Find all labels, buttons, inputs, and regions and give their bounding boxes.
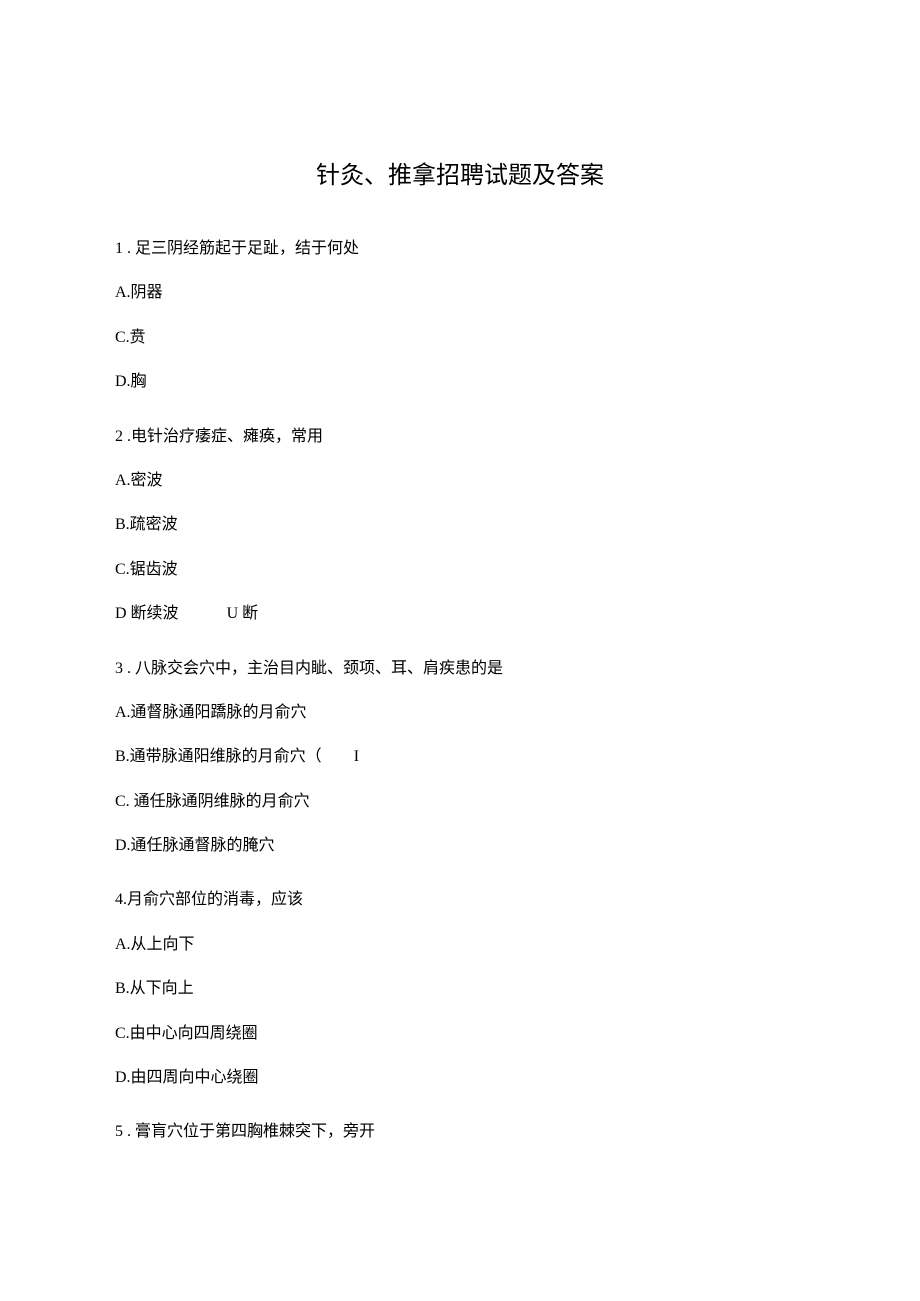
q4-option-c: C.由中心向四周绕圈 — [115, 1023, 805, 1045]
question-5: 5 . 膏肓穴位于第四胸椎棘突下，旁开 — [115, 1121, 805, 1143]
q3-b-left: B.通带脉通阳维脉的月俞穴（ — [115, 748, 322, 765]
question-4: 4.月俞穴部位的消毒，应该 A.从上向下 B.从下向上 C.由中心向四周绕圈 D… — [115, 889, 805, 1089]
q1-stem: 1 . 足三阴经筋起于足趾，结于何处 — [115, 238, 805, 260]
q3-option-c: C. 通任脉通阴维脉的月俞穴 — [115, 791, 805, 813]
q3-stem: 3 . 八脉交会穴中，主治目内眦、颈项、耳、肩疾患的是 — [115, 658, 805, 680]
q3-option-d: D.通任脉通督脉的腌穴 — [115, 835, 805, 857]
q1-option-a: A.阴器 — [115, 282, 805, 304]
q2-option-a: A.密波 — [115, 470, 805, 492]
q2-option-b: B.疏密波 — [115, 514, 805, 536]
q3-option-b: B.通带脉通阳维脉的月俞穴（ I — [115, 746, 805, 768]
q5-stem: 5 . 膏肓穴位于第四胸椎棘突下，旁开 — [115, 1121, 805, 1143]
q1-option-d: D.胸 — [115, 371, 805, 393]
q4-option-b: B.从下向上 — [115, 978, 805, 1000]
q2-stem: 2 .电针治疗痿症、瘫痪，常用 — [115, 426, 805, 448]
q2-option-d: D 断续波 U 断 — [115, 603, 805, 625]
q1-option-c: C.贲 — [115, 327, 805, 349]
document-title: 针灸、推拿招聘试题及答案 — [115, 155, 805, 190]
q2-d-right: U 断 — [227, 605, 259, 622]
question-2: 2 .电针治疗痿症、瘫痪，常用 A.密波 B.疏密波 C.锯齿波 D 断续波 U … — [115, 426, 805, 626]
q4-option-d: D.由四周向中心绕圈 — [115, 1067, 805, 1089]
question-1: 1 . 足三阴经筋起于足趾，结于何处 A.阴器 C.贲 D.胸 — [115, 238, 805, 394]
question-3: 3 . 八脉交会穴中，主治目内眦、颈项、耳、肩疾患的是 A.通督脉通阳蹻脉的月俞… — [115, 658, 805, 858]
q4-stem: 4.月俞穴部位的消毒，应该 — [115, 889, 805, 911]
q3-b-right: I — [354, 748, 359, 765]
q3-option-a: A.通督脉通阳蹻脉的月俞穴 — [115, 702, 805, 724]
q2-d-left: D 断续波 — [115, 605, 179, 622]
q2-option-c: C.锯齿波 — [115, 559, 805, 581]
q4-option-a: A.从上向下 — [115, 934, 805, 956]
